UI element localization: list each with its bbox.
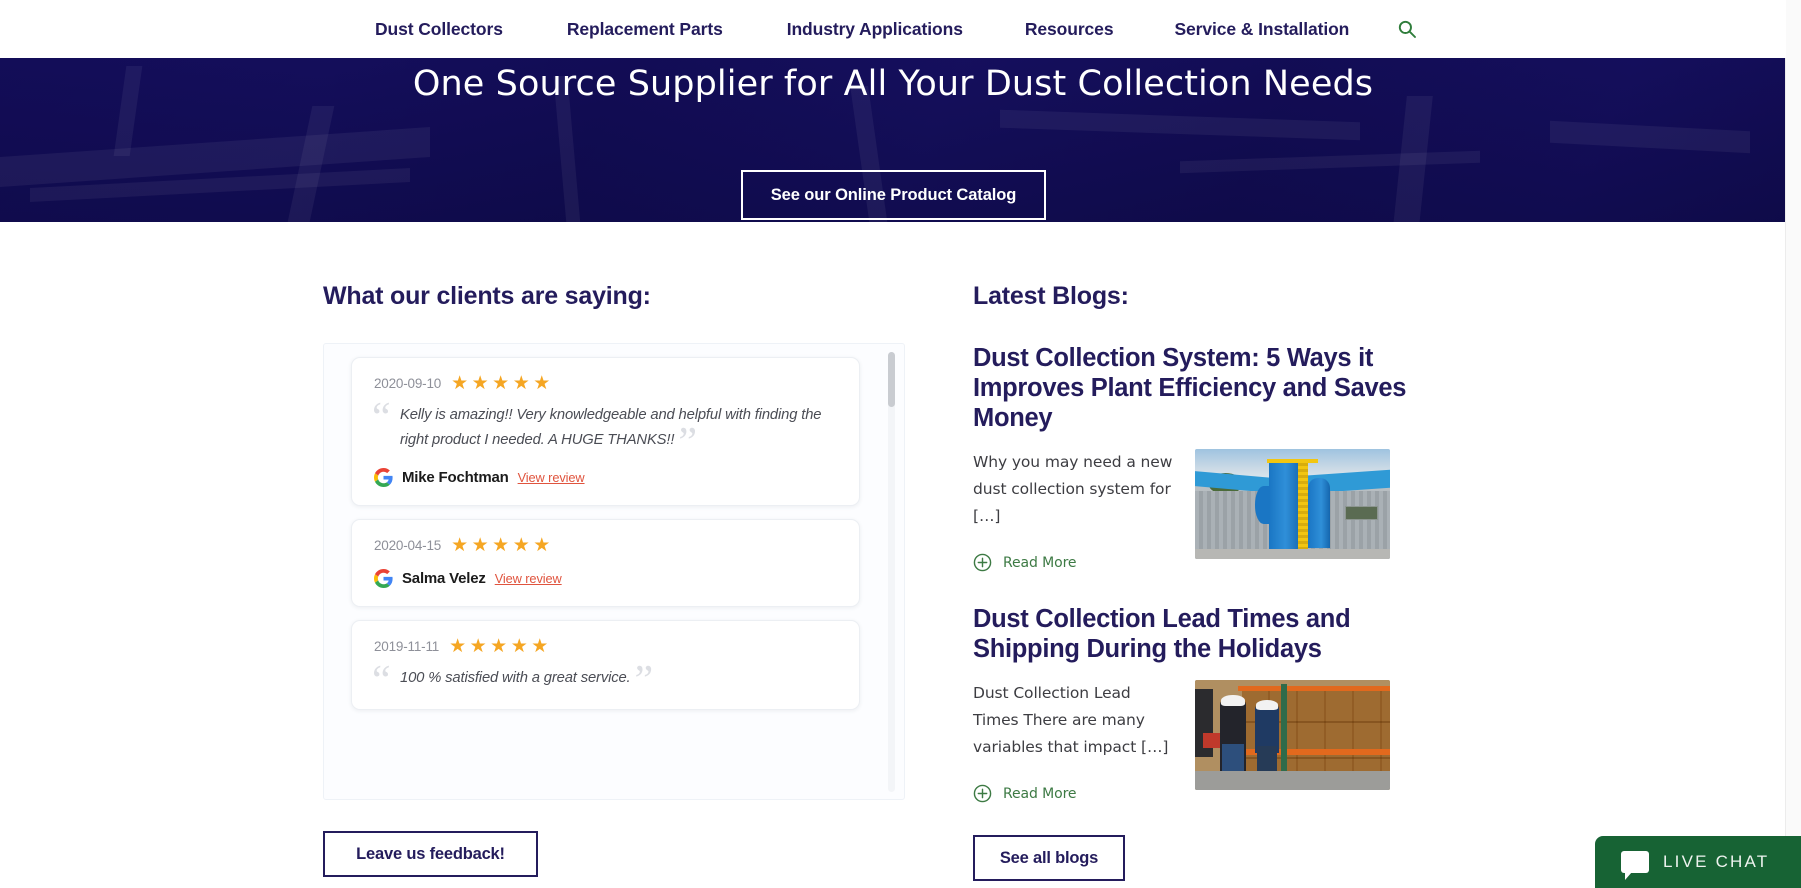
blogs-heading: Latest Blogs: [973,282,1129,310]
review-author-row: Mike Fochtman View review [374,468,837,487]
quote-open-icon: “ [372,658,391,704]
read-more-label: Read More [1003,785,1077,802]
review-meta: 2020-04-15 ★ ★ ★ ★ ★ [374,536,837,555]
blog-post: Dust Collection System: 5 Ways it Improv… [973,343,1423,572]
review-author-name: Salma Velez [402,570,486,587]
review-meta: 2019-11-11 ★ ★ ★ ★ ★ [374,637,837,656]
blog-post-body: Dust Collection Lead Times There are man… [973,680,1423,803]
reviews-list: 2020-09-10 ★ ★ ★ ★ ★ “Kelly is amazing!! Ver… [324,344,887,799]
review-author-row: Salma Velez View review [374,569,837,588]
blog-post-text: Dust Collection Lead Times There are man… [973,680,1173,803]
hero-catalog-button[interactable]: See our Online Product Catalog [741,170,1046,220]
top-navigation: Dust Collectors Replacement Parts Indust… [0,0,1786,58]
quote-close-icon: ” [678,420,697,466]
plus-circle-icon [973,553,992,572]
reviews-scrollbar-track[interactable] [888,352,895,792]
testimonials-column: What our clients are saying: 2020-09-10 … [323,282,905,877]
read-more-link[interactable]: Read More [973,553,1173,572]
blog-post-body: Why you may need a new dust collection s… [973,449,1423,572]
blog-post-thumbnail[interactable] [1195,449,1390,559]
read-more-label: Read More [1003,554,1077,571]
live-chat-label: LIVE CHAT [1663,852,1770,871]
view-review-link[interactable]: View review [495,571,562,586]
review-author-name: Mike Fochtman [402,469,509,486]
google-g-icon [374,569,393,588]
review-card: 2020-04-15 ★ ★ ★ ★ ★ Salma Velez View re… [351,519,860,607]
review-card: 2020-09-10 ★ ★ ★ ★ ★ “Kelly is amazing!! Ver… [351,357,860,506]
nav-item-replacement-parts[interactable]: Replacement Parts [567,19,723,40]
blog-post-title[interactable]: Dust Collection System: 5 Ways it Improv… [973,343,1423,433]
rating-stars: ★ ★ ★ ★ ★ [451,535,551,556]
page-root: Dust Collectors Replacement Parts Indust… [0,0,1801,888]
nav-item-industry-applications[interactable]: Industry Applications [787,19,963,40]
blog-post-text: Why you may need a new dust collection s… [973,449,1173,572]
blog-post-thumbnail[interactable] [1195,680,1390,790]
review-text: 100 % satisfied with a great service. [400,670,631,686]
nav-item-dust-collectors[interactable]: Dust Collectors [375,19,503,40]
nav-item-service-installation[interactable]: Service & Installation [1174,19,1349,40]
review-date: 2019-11-11 [374,639,440,654]
review-text: Kelly is amazing!! Very knowledgeable an… [400,407,822,448]
rating-stars: ★ ★ ★ ★ ★ [451,373,551,394]
review-text-wrapper: “ 100 % satisfied with a great service.” [372,660,837,702]
rating-stars: ★ ★ ★ ★ ★ [449,636,549,657]
plus-circle-icon [973,784,992,803]
read-more-link[interactable]: Read More [973,784,1173,803]
review-text-wrapper: “Kelly is amazing!! Very knowledgeable a… [372,395,837,464]
view-review-link[interactable]: View review [518,470,585,485]
nav-items-container: Dust Collectors Replacement Parts Indust… [375,17,1419,41]
quote-close-icon: ” [634,658,654,704]
chat-bubble-icon [1621,851,1649,880]
blog-post-excerpt: Why you may need a new dust collection s… [973,453,1173,525]
see-all-blogs-button[interactable]: See all blogs [973,835,1125,881]
review-date: 2020-04-15 [374,538,442,553]
reviews-scrollbar-thumb[interactable] [888,352,895,407]
reviews-scroll-box[interactable]: 2020-09-10 ★ ★ ★ ★ ★ “Kelly is amazing!! Ver… [323,343,905,800]
review-meta: 2020-09-10 ★ ★ ★ ★ ★ [374,374,837,393]
leave-feedback-button[interactable]: Leave us feedback! [323,831,538,877]
blog-post-title[interactable]: Dust Collection Lead Times and Shipping … [973,604,1423,664]
search-icon[interactable] [1395,17,1419,41]
google-g-icon [374,468,393,487]
review-date: 2020-09-10 [374,376,442,391]
blogs-column: Latest Blogs: Dust Collection System: 5 … [973,282,1423,881]
page-scrollbar-gutter[interactable] [1785,0,1801,888]
blog-post: Dust Collection Lead Times and Shipping … [973,604,1423,803]
testimonials-heading: What our clients are saying: [323,282,651,310]
quote-open-icon: “ [372,395,391,441]
review-card: 2019-11-11 ★ ★ ★ ★ ★ “ 100 % satisfied with a… [351,620,860,710]
nav-item-resources[interactable]: Resources [1025,19,1114,40]
blog-post-excerpt: Dust Collection Lead Times There are man… [973,684,1169,756]
hero-banner: One Source Supplier for All Your Dust Co… [0,46,1786,222]
hero-title: One Source Supplier for All Your Dust Co… [412,64,1374,104]
live-chat-button[interactable]: LIVE CHAT [1595,836,1801,888]
